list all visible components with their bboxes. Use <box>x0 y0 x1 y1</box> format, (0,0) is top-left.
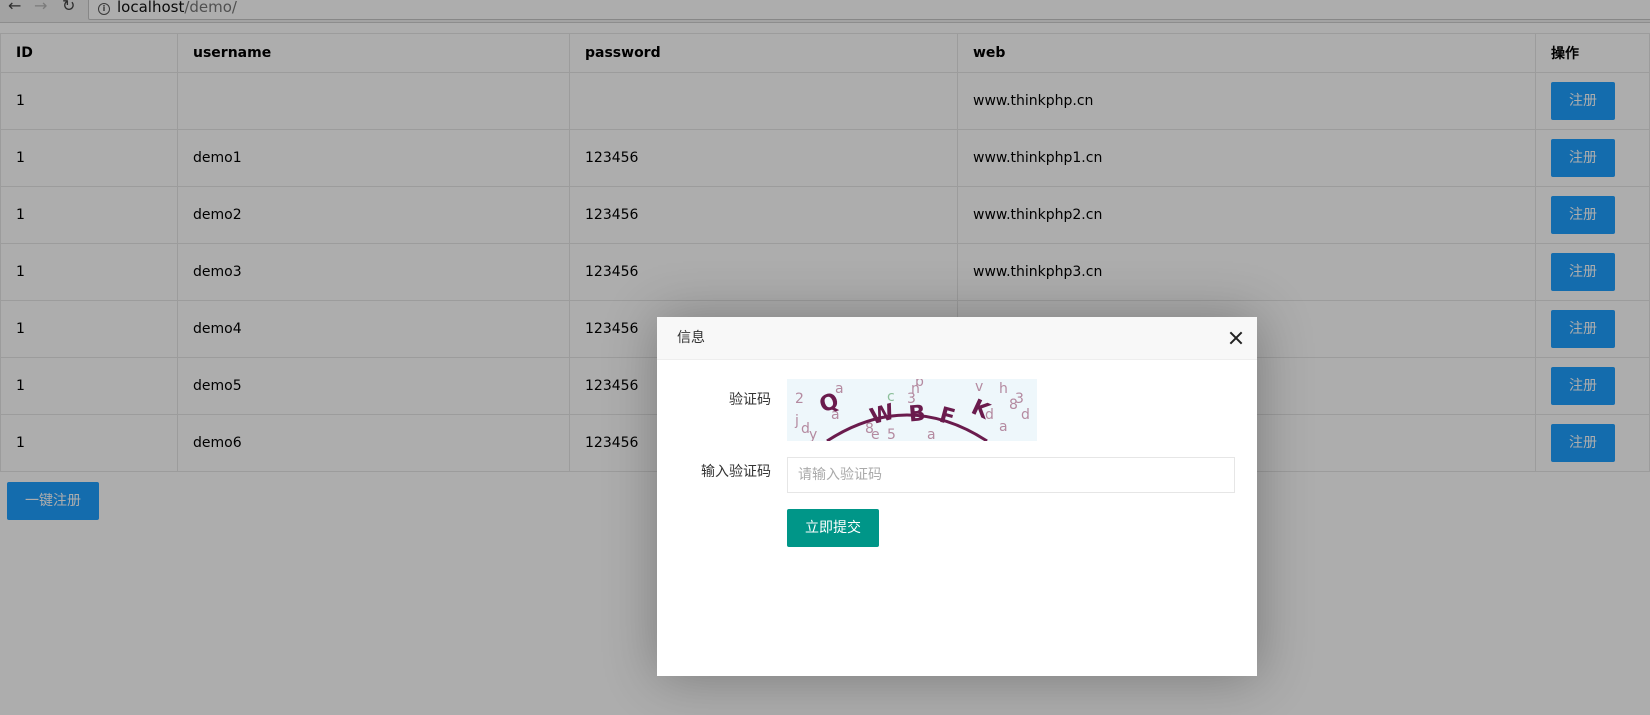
captcha-graphic: 2 j d y a a 8 e c n b 3 a v d h 8 3 d a <box>794 379 1030 441</box>
dialog-title: 信息 <box>677 330 705 346</box>
captcha-input[interactable] <box>787 457 1235 493</box>
dialog-header: 信息 <box>657 317 1257 360</box>
svg-text:j: j <box>794 413 799 429</box>
svg-text:h: h <box>999 381 1008 397</box>
svg-text:5: 5 <box>887 427 896 441</box>
svg-text:2: 2 <box>795 391 804 407</box>
svg-text:3: 3 <box>1015 391 1024 407</box>
captcha-input-label: 输入验证码 <box>701 464 771 480</box>
close-icon[interactable] <box>1229 331 1243 345</box>
captcha-dialog: 信息 验证码 2 j d y a a 8 e c n b 3 a v d h 8… <box>657 317 1257 676</box>
svg-text:a: a <box>835 381 844 397</box>
svg-text:d: d <box>1021 407 1030 423</box>
submit-button[interactable]: 立即提交 <box>787 509 879 547</box>
svg-text:b: b <box>915 379 924 390</box>
svg-text:a: a <box>999 419 1008 435</box>
svg-text:F: F <box>937 403 958 431</box>
captcha-image[interactable]: 2 j d y a a 8 e c n b 3 a v d h 8 3 d a <box>787 379 1037 441</box>
svg-text:v: v <box>975 379 983 395</box>
svg-text:a: a <box>927 427 936 441</box>
svg-text:y: y <box>809 427 817 441</box>
captcha-label: 验证码 <box>729 392 771 408</box>
